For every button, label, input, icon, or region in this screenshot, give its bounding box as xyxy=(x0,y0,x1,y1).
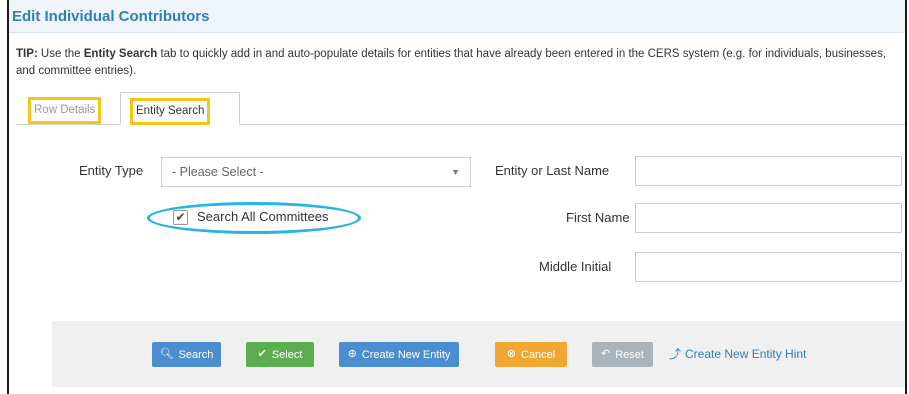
entity-type-label: Entity Type xyxy=(79,163,144,178)
entity-type-select[interactable]: - Please Select - ▼ xyxy=(161,157,471,187)
page-title: Edit Individual Contributors xyxy=(12,8,210,25)
reset-button[interactable]: ↶ Reset xyxy=(592,342,653,367)
cancel-button-label: Cancel xyxy=(520,348,556,361)
search-icon: 🔍︎ xyxy=(159,348,174,360)
tip-text-before: Use the xyxy=(37,48,84,60)
middle-initial-label: Middle Initial xyxy=(539,259,612,274)
search-all-checkbox[interactable]: ✔ xyxy=(173,210,188,225)
hint-link-label: Create New Entity Hint xyxy=(685,346,807,361)
create-new-entity-button[interactable]: ⊕ Create New Entity xyxy=(339,342,459,367)
caret-down-icon: ▼ xyxy=(451,167,460,177)
first-name-input[interactable] xyxy=(635,203,902,233)
tip-prefix: TIP: xyxy=(16,48,38,60)
tab-strip: Row Details Entity Search xyxy=(16,88,905,125)
search-all-label[interactable]: Search All Committees xyxy=(197,209,329,224)
select-button[interactable]: ✔ Select xyxy=(246,342,314,367)
tab-row-details[interactable]: Row Details xyxy=(28,97,102,124)
search-button[interactable]: 🔍︎ Search xyxy=(152,342,221,367)
select-button-label: Select xyxy=(271,348,303,361)
middle-initial-input[interactable] xyxy=(635,252,902,282)
action-bar: 🔍︎ Search ✔ Select ⊕ Create New Entity ⊗… xyxy=(52,321,905,387)
search-button-label: Search xyxy=(178,348,214,361)
tip-bold-entity-search: Entity Search xyxy=(83,48,158,60)
check-icon: ✔ xyxy=(257,348,267,360)
panel-header: Edit Individual Contributors xyxy=(9,0,905,33)
x-circle-icon: ⊗ xyxy=(506,348,516,360)
cancel-button[interactable]: ⊗ Cancel xyxy=(495,342,567,367)
frame-border-right xyxy=(905,0,907,394)
tip-text: TIP: Use the Entity Search tab to quickl… xyxy=(16,46,901,80)
entity-last-name-label: Entity or Last Name xyxy=(495,163,610,178)
tab-entity-search-container: Entity Search xyxy=(120,92,240,125)
undo-icon: ↶ xyxy=(601,348,611,360)
create-button-label: Create New Entity xyxy=(361,348,451,361)
plus-circle-icon: ⊕ xyxy=(347,348,357,360)
tab-entity-search[interactable]: Entity Search xyxy=(130,98,211,125)
entity-last-name-input[interactable] xyxy=(635,156,902,186)
first-name-label: First Name xyxy=(566,210,630,225)
reset-button-label: Reset xyxy=(615,348,644,361)
share-icon: ⤴ xyxy=(669,347,682,361)
frame-border-left xyxy=(7,0,9,394)
entity-type-select-value: - Please Select - xyxy=(172,165,264,179)
create-new-entity-hint-link[interactable]: ⤴ Create New Entity Hint xyxy=(669,345,806,362)
